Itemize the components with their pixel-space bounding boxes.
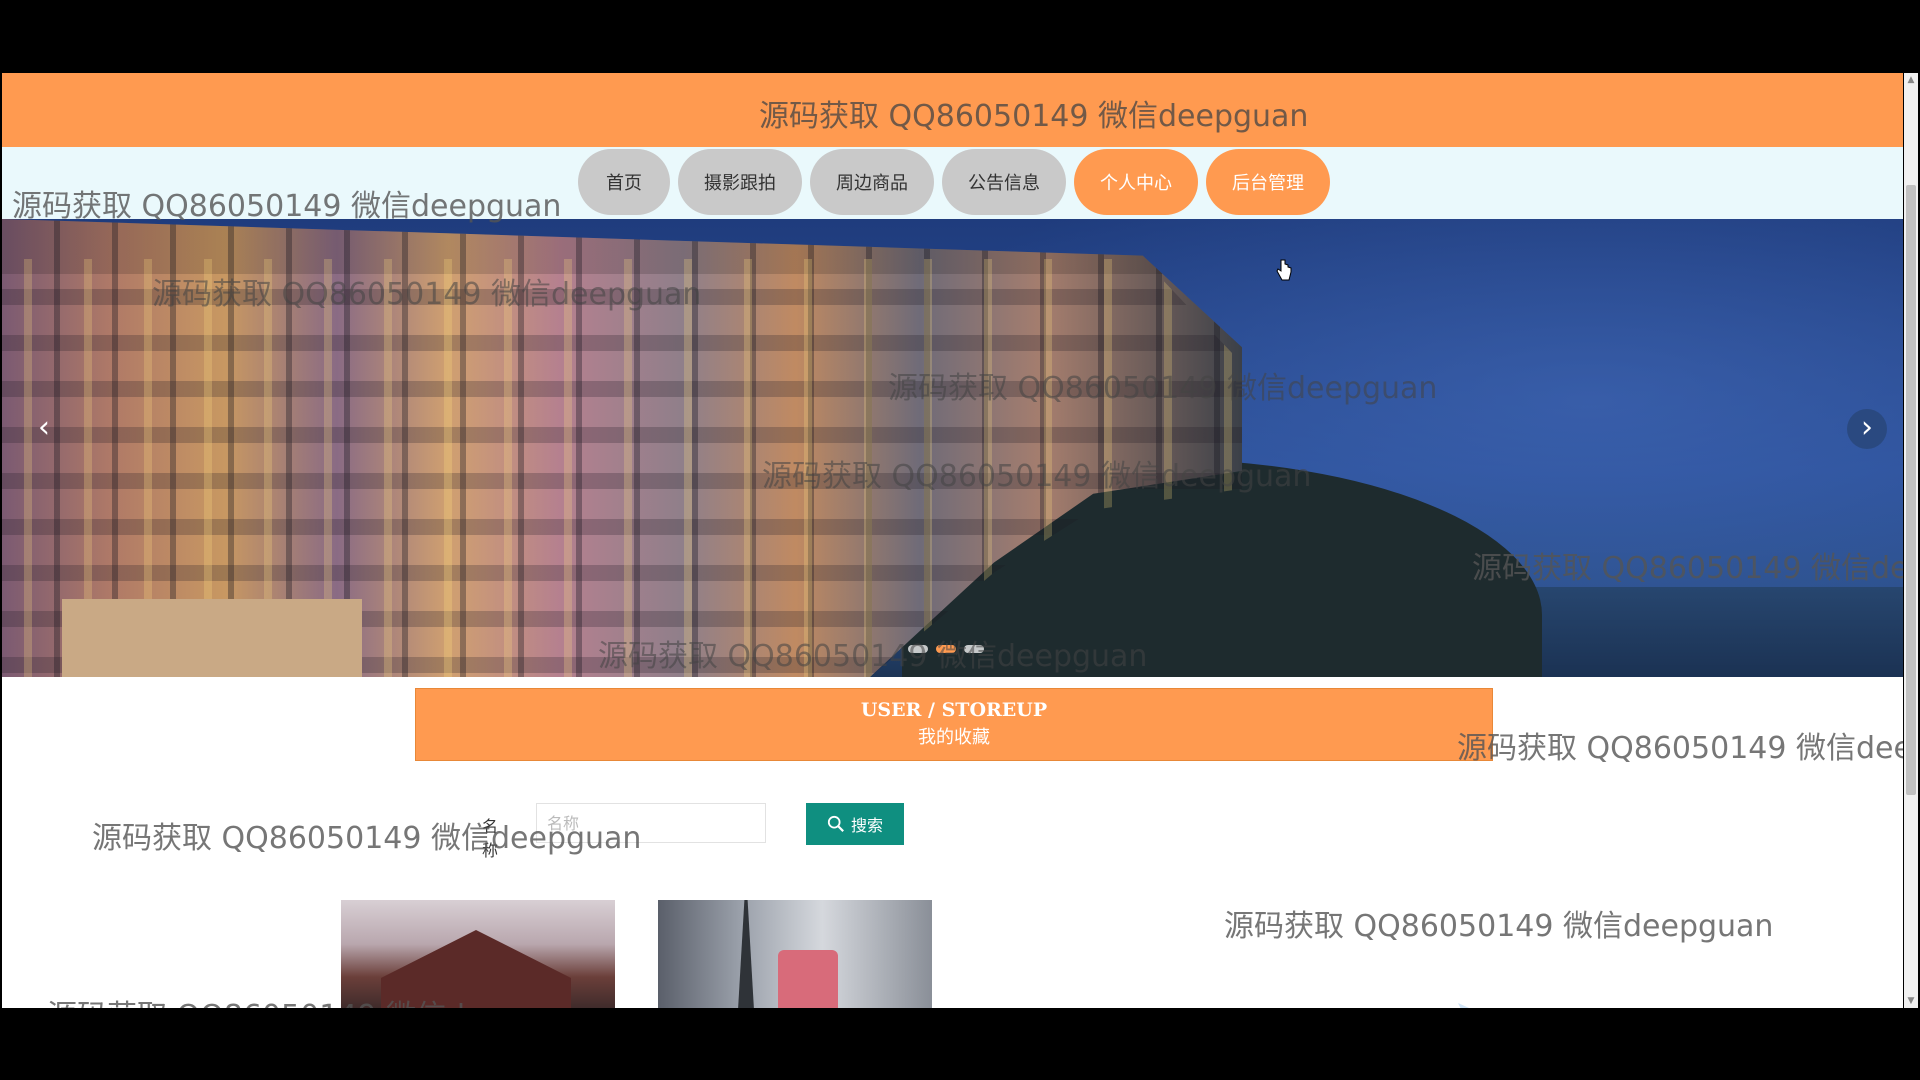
search-button[interactable]: 搜索 (806, 803, 904, 845)
chevron-left-icon[interactable]: ‹ (24, 409, 64, 449)
search-icon (827, 815, 844, 832)
scroll-down-icon[interactable]: ▼ (1904, 994, 1918, 1008)
carousel-dot[interactable] (908, 645, 928, 653)
chevron-right-icon[interactable]: › (1847, 409, 1887, 449)
section-title-zh: 我的收藏 (918, 727, 990, 748)
search-label: 名称 (482, 817, 499, 860)
carousel-dot-active[interactable] (936, 645, 956, 653)
carousel-dot[interactable] (964, 645, 984, 653)
search-button-label: 搜索 (850, 816, 883, 835)
nav-item-photography[interactable]: 摄影跟拍 (678, 149, 802, 215)
scroll-up-icon[interactable]: ▲ (1904, 73, 1918, 87)
play-icon (1458, 1003, 1470, 1008)
nav-item-home[interactable]: 首页 (578, 149, 670, 215)
browser-viewport: 首页 摄影跟拍 周边商品 公告信息 个人中心 后台管理 ‹ › USER / S… (2, 73, 1903, 1008)
favorite-card-2[interactable] (658, 900, 932, 1008)
card-image-perfume (778, 950, 838, 1008)
vertical-scrollbar[interactable]: ▲ ▼ (1904, 73, 1918, 1008)
favorite-card-1[interactable] (341, 900, 615, 1008)
main-nav: 首页 摄影跟拍 周边商品 公告信息 个人中心 后台管理 (578, 149, 1330, 217)
scrollbar-thumb[interactable] (1906, 185, 1916, 795)
cursor-icon (1276, 259, 1292, 281)
banner-rooftop (62, 599, 362, 677)
watermark: 源码获取 QQ86050149 微信deepguan (1457, 731, 1903, 766)
site-header (2, 73, 1903, 147)
nav-item-announcements[interactable]: 公告信息 (942, 149, 1066, 215)
nav-item-merchandise[interactable]: 周边商品 (810, 149, 934, 215)
card-image-building (381, 930, 571, 1008)
hero-carousel[interactable] (2, 219, 1903, 677)
carousel-dots (908, 645, 984, 653)
nav-item-personal-center[interactable]: 个人中心 (1074, 149, 1198, 215)
search-input[interactable] (536, 803, 766, 843)
card-image-tower (738, 900, 754, 1008)
watermark: 源码获取 QQ86050149 微信deepguan (1224, 909, 1774, 944)
nav-item-admin[interactable]: 后台管理 (1206, 149, 1330, 215)
section-title-en: USER / STOREUP (860, 699, 1048, 721)
section-header: USER / STOREUP 我的收藏 (415, 688, 1493, 761)
